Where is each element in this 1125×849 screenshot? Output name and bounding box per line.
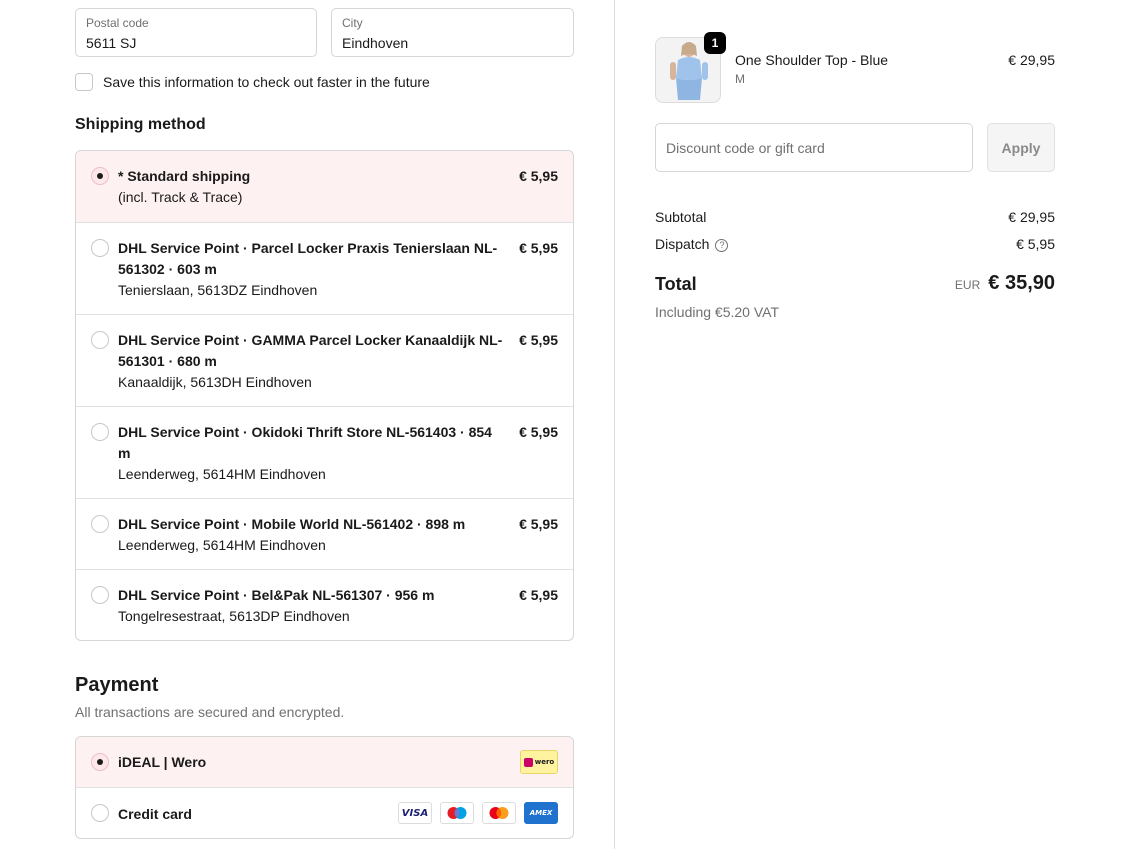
ideal-icons: wero — [520, 750, 558, 774]
product-variant: M — [735, 72, 745, 86]
save-info-checkbox[interactable] — [75, 73, 93, 91]
amex-icon: AMEX — [524, 802, 558, 824]
total-label: Total — [655, 274, 697, 294]
city-field[interactable]: City Eindhoven — [331, 8, 574, 57]
shipping-option-sub: Tongelresestraat, 5613DP Eindhoven — [118, 608, 350, 624]
total-amount: EUR € 35,90 — [955, 272, 1055, 295]
shipping-option-title: DHL Service Point · GAMMA Parcel Locker … — [118, 332, 503, 369]
shipping-option-belpak[interactable]: DHL Service Point · Bel&Pak NL-561307 · … — [76, 569, 573, 640]
shipping-option-sub: Leenderweg, 5614HM Eindhoven — [118, 466, 326, 482]
card-brand-icons: VISA AMEX — [398, 802, 558, 824]
shipping-option-price: € 5,95 — [519, 424, 558, 440]
shipping-option-title: * Standard shipping — [118, 168, 251, 184]
postal-code-field[interactable]: Postal code 5611 SJ — [75, 8, 317, 57]
wero-logo-text: wero — [534, 758, 555, 766]
total-currency: EUR — [954, 278, 981, 292]
payment-radio[interactable] — [91, 804, 109, 822]
shipping-option-sub: Tenierslaan, 5613DZ Eindhoven — [118, 282, 318, 298]
shipping-option-okidoki[interactable]: DHL Service Point · Okidoki Thrift Store… — [76, 406, 573, 498]
shipping-option-sub: (incl. Track & Trace) — [118, 189, 243, 205]
dispatch-row: Dispatch? € 5,95 — [655, 236, 1055, 252]
shipping-option-praxis[interactable]: DHL Service Point · Parcel Locker Praxis… — [76, 222, 573, 314]
payment-option-title: iDEAL | Wero — [118, 754, 207, 770]
postal-code-value[interactable]: 5611 SJ — [86, 35, 306, 51]
shipping-radio[interactable] — [91, 423, 109, 441]
discount-code-input[interactable] — [655, 123, 973, 172]
postal-code-label: Postal code — [86, 16, 149, 30]
subtotal-value: € 29,95 — [1008, 209, 1055, 225]
save-info-label: Save this information to check out faste… — [103, 74, 430, 90]
shipping-option-price: € 5,95 — [519, 240, 558, 256]
product-name: One Shoulder Top - Blue — [735, 52, 889, 68]
city-label: City — [342, 16, 363, 30]
dispatch-value: € 5,95 — [1016, 236, 1055, 252]
product-price: € 29,95 — [1008, 52, 1055, 68]
ideal-wero-icon: wero — [520, 750, 558, 774]
shipping-option-title: DHL Service Point · Parcel Locker Praxis… — [118, 240, 498, 277]
shipping-option-mobile-world[interactable]: DHL Service Point · Mobile World NL-5614… — [76, 498, 573, 569]
shipping-option-sub: Kanaaldijk, 5613DH Eindhoven — [118, 374, 312, 390]
shipping-radio-selected[interactable] — [91, 167, 109, 185]
shipping-radio[interactable] — [91, 331, 109, 349]
cart-quantity-badge: 1 — [704, 32, 726, 54]
total-value: € 35,90 — [988, 272, 1055, 294]
help-icon[interactable]: ? — [715, 239, 729, 252]
payment-option-title: Credit card — [118, 805, 192, 822]
payment-option-credit-card[interactable]: Credit card VISA AMEX — [76, 788, 573, 838]
payment-subtitle: All transactions are secured and encrypt… — [75, 704, 345, 720]
dispatch-label-group: Dispatch? — [655, 236, 729, 252]
apply-discount-button[interactable]: Apply — [987, 123, 1055, 172]
ideal-badge-icon — [523, 757, 533, 767]
shipping-option-sub: Leenderweg, 5614HM Eindhoven — [118, 537, 326, 553]
shipping-option-title: DHL Service Point · Okidoki Thrift Store… — [118, 424, 492, 461]
shipping-option-gamma[interactable]: DHL Service Point · GAMMA Parcel Locker … — [76, 314, 573, 406]
mastercard-icon — [482, 802, 516, 824]
shipping-options-list: * Standard shipping (incl. Track & Trace… — [75, 150, 574, 641]
shipping-method-heading: Shipping method — [75, 116, 206, 133]
subtotal-label: Subtotal — [655, 209, 707, 225]
payment-options-list: iDEAL | Wero wero Credit card VISA AMEX — [75, 736, 574, 839]
shipping-radio[interactable] — [91, 515, 109, 533]
subtotal-row: Subtotal € 29,95 — [655, 209, 1055, 225]
order-summary: 1 One Shoulder Top - Blue M € 29,95 Appl… — [615, 0, 1125, 849]
visa-icon: VISA — [398, 802, 432, 824]
shipping-option-price: € 5,95 — [519, 516, 558, 532]
checkout-main: Postal code 5611 SJ City Eindhoven Save … — [0, 0, 614, 849]
shipping-option-price: € 5,95 — [519, 587, 558, 603]
dispatch-label: Dispatch — [655, 236, 710, 252]
shipping-option-standard[interactable]: * Standard shipping (incl. Track & Trace… — [76, 151, 573, 222]
payment-radio-selected[interactable] — [91, 753, 109, 771]
maestro-icon — [440, 802, 474, 824]
shipping-radio[interactable] — [91, 239, 109, 257]
payment-heading: Payment — [75, 674, 159, 696]
vat-note: Including €5.20 VAT — [655, 304, 780, 320]
shipping-option-title: DHL Service Point · Bel&Pak NL-561307 · … — [118, 587, 435, 603]
city-value[interactable]: Eindhoven — [342, 35, 563, 51]
save-info-row[interactable]: Save this information to check out faste… — [75, 72, 430, 92]
shipping-option-price: € 5,95 — [519, 168, 558, 184]
shipping-option-title: DHL Service Point · Mobile World NL-5614… — [118, 516, 466, 532]
shipping-radio[interactable] — [91, 586, 109, 604]
shipping-option-price: € 5,95 — [519, 332, 558, 348]
payment-option-ideal[interactable]: iDEAL | Wero wero — [76, 737, 573, 788]
